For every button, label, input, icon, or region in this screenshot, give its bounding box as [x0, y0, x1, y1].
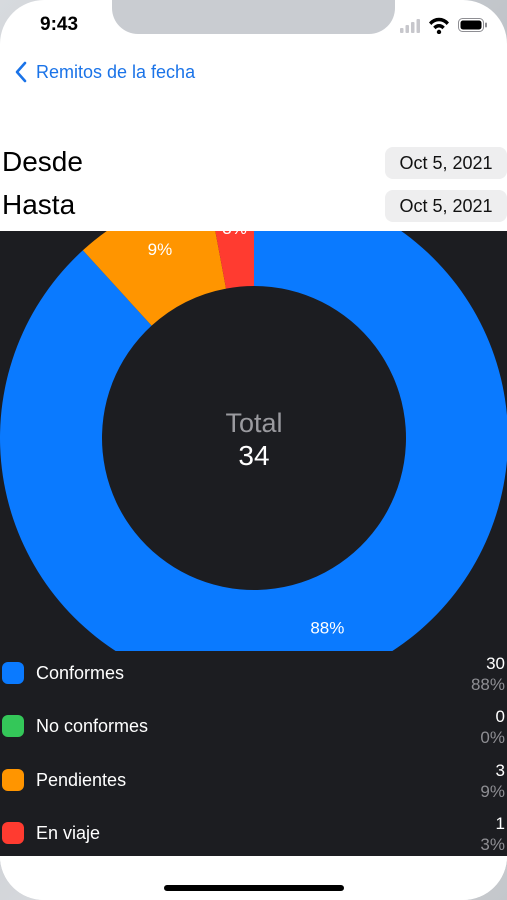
legend-percent: 3%: [480, 835, 505, 854]
legend-item-en-viaje[interactable]: En viaje 1 3%: [0, 810, 507, 862]
phone-screen: 9:43 Remitos de la fecha Desde Oct 5, 20…: [0, 0, 507, 900]
legend-percent: 0%: [480, 728, 505, 747]
legend-label: En viaje: [36, 823, 101, 843]
legend-percent: 9%: [480, 782, 505, 801]
home-indicator: [164, 885, 344, 891]
chart-center-value: 34: [238, 440, 269, 471]
legend-item-pendientes[interactable]: Pendientes 3 9%: [0, 757, 507, 809]
wifi-icon: [429, 17, 449, 34]
legend-count: 30: [486, 654, 505, 673]
battery-icon: [458, 18, 487, 32]
donut-slice-label: 88%: [310, 618, 344, 637]
legend-count: 0: [495, 707, 505, 726]
chevron-left-icon: [15, 61, 27, 83]
bottom-safe-area: [0, 856, 507, 900]
to-date-row: Hasta Oct 5, 2021: [0, 187, 507, 223]
legend-item-no-conformes[interactable]: No conformes 0 0%: [0, 703, 507, 755]
to-date-label: Hasta: [2, 189, 76, 220]
donut-chart: 88% 9% 3% Total 34: [0, 184, 507, 692]
legend-swatch: [2, 715, 24, 737]
from-date-picker[interactable]: Oct 5, 2021: [385, 147, 507, 179]
legend-item-conformes[interactable]: Conformes 30 88%: [0, 650, 507, 702]
legend-label: No conformes: [36, 716, 149, 736]
legend-count: 1: [495, 814, 505, 833]
status-icons: [400, 17, 487, 34]
legend-label: Pendientes: [36, 770, 127, 790]
legend-swatch: [2, 769, 24, 791]
chart-center-title: Total: [225, 408, 282, 438]
donut-slice-label: 3%: [222, 231, 247, 238]
legend-label: Conformes: [36, 663, 125, 683]
legend-swatch: [2, 822, 24, 844]
to-date-picker[interactable]: Oct 5, 2021: [385, 190, 507, 222]
back-button[interactable]: Remitos de la fecha: [14, 58, 195, 86]
from-date-row: Desde Oct 5, 2021: [0, 144, 507, 180]
cellular-signal-icon: [400, 19, 420, 33]
donut-slice-label: 9%: [148, 240, 173, 259]
legend-swatch: [2, 662, 24, 684]
legend-percent: 88%: [470, 675, 505, 694]
device-notch: [112, 0, 395, 34]
status-time: 9:43: [40, 14, 79, 35]
legend-count: 3: [495, 761, 505, 780]
back-button-label: Remitos de la fecha: [36, 61, 196, 82]
from-date-label: Desde: [2, 146, 83, 177]
